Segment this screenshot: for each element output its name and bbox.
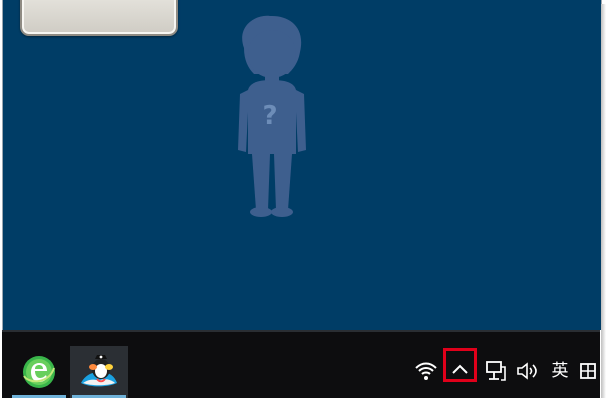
taskbar-app-browser[interactable]	[10, 346, 68, 398]
screen: ? 英	[0, 0, 611, 411]
browser-e-icon	[23, 356, 55, 388]
tray-network[interactable]	[482, 356, 510, 386]
svg-text:?: ?	[262, 101, 277, 131]
taskbar-top-border	[2, 330, 600, 332]
desktop[interactable]: ?	[2, 0, 602, 330]
tray-wifi[interactable]	[412, 356, 440, 386]
ime-mode-icon	[580, 363, 596, 379]
taskbar-app-qq[interactable]	[70, 346, 128, 398]
network-icon	[486, 361, 506, 381]
window-shadow	[601, 4, 606, 402]
desktop-gadget[interactable]	[20, 0, 178, 36]
tray-ime-mode[interactable]	[578, 356, 600, 386]
tray-volume[interactable]	[514, 356, 542, 386]
wifi-icon	[415, 362, 437, 380]
tray-input-language[interactable]: 英	[546, 356, 574, 386]
annotation-highlight	[443, 348, 477, 382]
default-avatar-silhouette: ?	[238, 15, 306, 217]
qq-penguin-icon	[81, 355, 117, 387]
input-language-label: 英	[551, 360, 569, 381]
bottom-margin	[0, 398, 611, 411]
taskbar	[2, 330, 600, 398]
speaker-icon	[517, 362, 537, 380]
